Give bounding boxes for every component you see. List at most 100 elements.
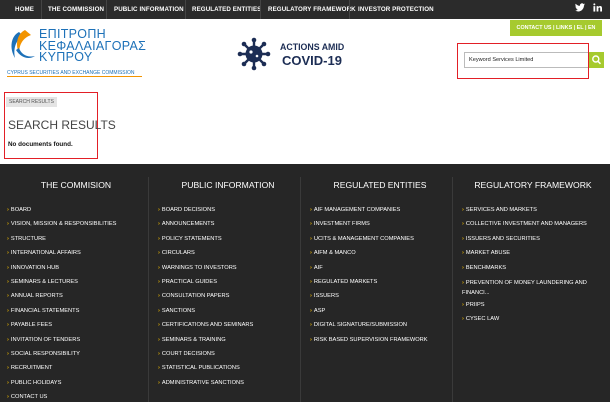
footer-link[interactable]: › UCITS & MANAGEMENT COMPANIES: [310, 236, 414, 242]
covid-banner-line-1[interactable]: ACTIONS AMID: [280, 42, 344, 52]
footer-link[interactable]: › RISK BASED SUPERVISION FRAMEWORK: [310, 337, 428, 343]
footer-link-label: RECRUITMENT: [10, 365, 53, 372]
search-input[interactable]: [464, 52, 588, 68]
footer-column-divider: [148, 177, 149, 402]
footer-link[interactable]: › VISION, MISSION & RESPONSIBILITIES: [7, 221, 116, 227]
chevron-right-icon: ›: [158, 279, 160, 285]
footer-link[interactable]: › FINANCIAL STATEMENTS: [7, 308, 79, 314]
footer-link[interactable]: › AIFM & MANCO: [310, 250, 356, 256]
footer-link[interactable]: › INVITATION OF TENDERS: [7, 337, 80, 343]
twitter-icon[interactable]: [575, 3, 585, 14]
chevron-right-icon: ›: [462, 207, 464, 213]
footer-link[interactable]: › SEMINARS & TRAINING: [158, 337, 226, 343]
footer-link[interactable]: › STRUCTURE: [7, 236, 46, 242]
chevron-right-icon: ›: [462, 302, 464, 309]
footer-link[interactable]: › INTERNATIONAL AFFAIRS: [7, 250, 81, 256]
footer-link-label: ANNOUNCEMENTS: [161, 221, 215, 228]
logo-line-3: ΚΥΠΡΟΥ: [39, 50, 93, 64]
chevron-right-icon: ›: [7, 235, 9, 242]
footer-link[interactable]: › PREVENTION OF MONEY LAUNDERING AND FINA…: [462, 279, 600, 298]
chevron-right-icon: ›: [310, 322, 312, 329]
chevron-right-icon: ›: [158, 264, 160, 271]
footer-link[interactable]: › ASP: [310, 308, 325, 314]
chevron-right-icon: ›: [462, 264, 464, 271]
footer-link[interactable]: › WARNINGS TO INVESTORS: [158, 265, 237, 271]
footer-link[interactable]: › SEMINARS & LECTURES: [7, 279, 78, 285]
footer-link-label: PRIIPS: [465, 302, 485, 309]
footer-link-label: INVESTMENT FIRMS: [313, 221, 370, 228]
chevron-right-icon: ›: [7, 307, 9, 314]
footer-link-label: CYSEC LAW: [465, 316, 500, 323]
footer-link-label: STRUCTURE: [10, 235, 46, 242]
footer-link[interactable]: › CONSULTATION PAPERS: [158, 293, 229, 299]
footer-link[interactable]: › BENCHMARKS: [462, 265, 506, 271]
footer-link[interactable]: › PRIIPS: [462, 302, 485, 308]
footer-link[interactable]: › BOARD: [7, 207, 31, 213]
footer-link-label: SEMINARS & TRAINING: [161, 336, 226, 343]
footer-link[interactable]: › CONTACT US: [7, 394, 47, 400]
footer-link-label: ADMINISTRATIVE SANCTIONS: [161, 379, 244, 386]
footer-link[interactable]: › CERTIFICATIONS AND SEMINARS: [158, 322, 253, 328]
footer-link[interactable]: › POLICY STATEMENTS: [158, 236, 222, 242]
chevron-right-icon: ›: [7, 207, 9, 213]
footer-link-label: DIGITAL SIGNATURE/SUBMISSION: [313, 322, 408, 329]
footer-link[interactable]: › INVESTMENT FIRMS: [310, 221, 370, 227]
chevron-right-icon: ›: [462, 280, 464, 286]
nav-public-information[interactable]: PUBLIC INFORMATION: [114, 0, 184, 19]
footer-link[interactable]: › STATISTICAL PUBLICATIONS: [158, 365, 240, 371]
footer-link[interactable]: › ANNOUNCEMENTS: [158, 221, 214, 227]
breadcrumb[interactable]: SEARCH RESULTS: [6, 97, 57, 107]
covid-banner-line-2[interactable]: COVID-19: [282, 53, 342, 68]
footer-link[interactable]: › ISSUERS: [310, 293, 339, 299]
footer-link[interactable]: › COURT DECISIONS: [158, 351, 215, 357]
footer-link-label: INTERNATIONAL AFFAIRS: [10, 250, 81, 257]
cysec-logo-icon[interactable]: [7, 28, 37, 64]
footer-link-label: ASP: [313, 307, 326, 314]
nav-divider: [185, 0, 186, 19]
footer-link[interactable]: › PAYABLE FEES: [7, 322, 52, 328]
footer-heading-commission: THE COMMISION: [40, 180, 112, 190]
footer-link[interactable]: › CIRCULARS: [158, 250, 195, 256]
logo-wordmark[interactable]: ΕΠΙΤΡΟΠΗ ΚΕΦΑΛΑΙΑΓΟΡΑΣ ΚΥΠΡΟΥ: [39, 28, 146, 64]
chevron-right-icon: ›: [310, 221, 312, 228]
utility-links[interactable]: CONTACT US | LINKS | EL | EN: [510, 20, 602, 36]
virus-icon[interactable]: [237, 37, 271, 71]
footer-link-label: COLLECTIVE INVESTMENT AND MANAGERS: [465, 221, 587, 228]
footer-link[interactable]: › BOARD DECISIONS: [158, 207, 215, 213]
footer-link[interactable]: › SANCTIONS: [158, 308, 195, 314]
chevron-right-icon: ›: [158, 293, 160, 300]
footer-link[interactable]: › AIF: [310, 265, 323, 271]
footer-link[interactable]: › ANNUAL REPORTS: [7, 293, 63, 299]
nav-the-commission[interactable]: THE COMMISSION: [48, 0, 104, 19]
chevron-right-icon: ›: [310, 336, 312, 343]
footer-link[interactable]: › SOCIAL RESPONSIBILITY: [7, 351, 80, 357]
search-button[interactable]: [589, 52, 604, 68]
footer-link[interactable]: › AIF MANAGEMENT COMPANIES: [310, 207, 400, 213]
chevron-right-icon: ›: [310, 250, 312, 257]
nav-regulatory-framework[interactable]: REGULATORY FRAMEWORK: [268, 0, 356, 19]
footer-link[interactable]: › PRACTICAL GUIDES: [158, 279, 217, 285]
footer-link[interactable]: › INNOVATION HUB: [7, 265, 59, 271]
chevron-right-icon: ›: [462, 250, 464, 257]
footer-link-label: PUBLIC HOLIDAYS: [10, 379, 62, 386]
footer-link[interactable]: › COLLECTIVE INVESTMENT AND MANAGERS: [462, 221, 587, 227]
footer-link-label: STATISTICAL PUBLICATIONS: [161, 365, 240, 372]
nav-investor-protection[interactable]: INVESTOR PROTECTION: [358, 0, 434, 19]
footer-link[interactable]: › DIGITAL SIGNATURE/SUBMISSION: [310, 322, 407, 328]
footer-link[interactable]: › PUBLIC HOLIDAYS: [7, 380, 61, 386]
footer-link[interactable]: › REGULATED MARKETS: [310, 279, 377, 285]
chevron-right-icon: ›: [462, 221, 464, 228]
nav-home[interactable]: HOME: [15, 0, 34, 19]
footer-link[interactable]: › RECRUITMENT: [7, 365, 52, 371]
chevron-right-icon: ›: [7, 293, 9, 300]
footer-link[interactable]: › ISSUERS AND SECURITIES: [462, 236, 540, 242]
footer-link-label: CONTACT US: [10, 394, 48, 401]
nav-regulated-entities[interactable]: REGULATED ENTITIES: [192, 0, 261, 19]
footer-link[interactable]: › ADMINISTRATIVE SANCTIONS: [158, 380, 244, 386]
footer-link[interactable]: › SERVICES AND MARKETS: [462, 207, 537, 213]
footer-link[interactable]: › CYSEC LAW: [462, 316, 499, 322]
footer-link[interactable]: › MARKET ABUSE: [462, 250, 510, 256]
chevron-right-icon: ›: [310, 264, 312, 271]
linkedin-icon[interactable]: [593, 3, 602, 14]
chevron-right-icon: ›: [158, 221, 160, 228]
